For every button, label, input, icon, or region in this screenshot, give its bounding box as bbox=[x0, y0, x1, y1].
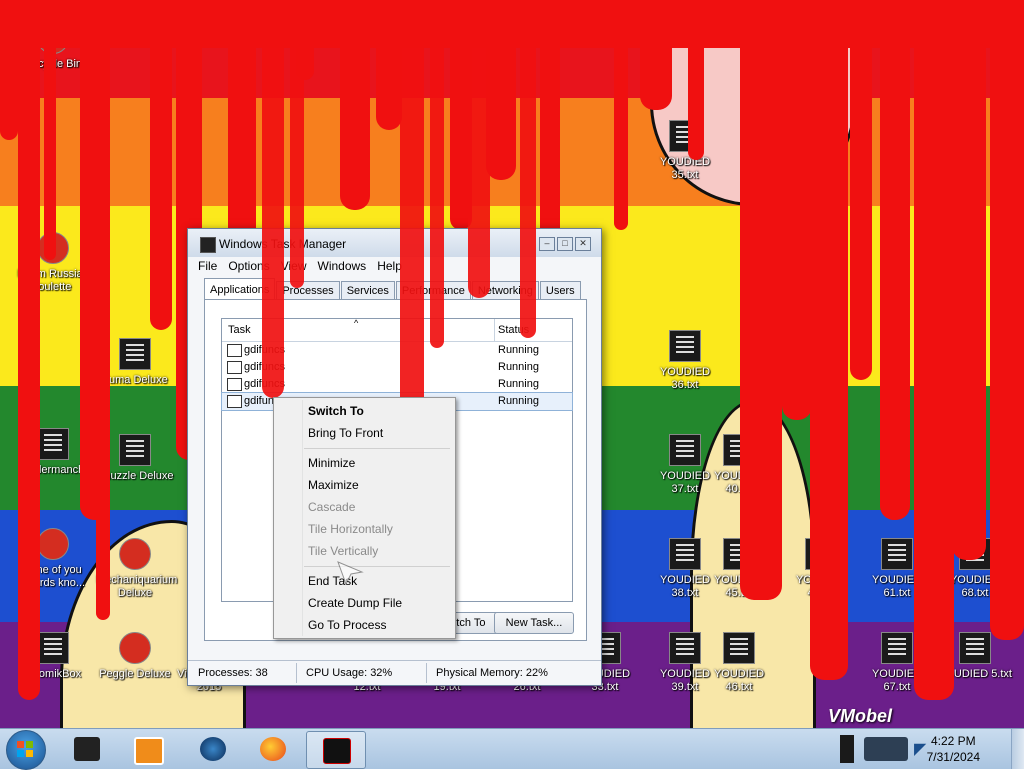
gdifuncs-icon bbox=[323, 738, 351, 764]
text-file-icon bbox=[959, 632, 991, 664]
menu-item-maximize[interactable]: Maximize bbox=[308, 478, 359, 492]
menu-file[interactable]: File bbox=[198, 257, 217, 275]
globe-icon bbox=[200, 737, 226, 761]
tab-users[interactable]: Users bbox=[539, 281, 581, 299]
blood-top-band bbox=[0, 0, 1024, 48]
blood-drip bbox=[952, 0, 986, 560]
text-file-icon bbox=[723, 632, 755, 664]
text-file-icon bbox=[669, 538, 701, 570]
desktop-icon-label: Peggle Deluxe bbox=[99, 668, 171, 680]
app-window-icon bbox=[227, 395, 242, 408]
menu-bar: File Options View Windows Help bbox=[188, 257, 601, 275]
clock-date: 7/31/2024 bbox=[926, 750, 980, 764]
text-file-icon bbox=[669, 330, 701, 362]
menu-item-minimize[interactable]: Minimize bbox=[308, 456, 355, 470]
close-button[interactable]: ✕ bbox=[575, 237, 591, 251]
status-bar: Processes: 38 CPU Usage: 32% Physical Me… bbox=[188, 660, 601, 685]
clock-time: 4:22 PM bbox=[930, 734, 976, 748]
task-status: Running bbox=[498, 395, 539, 407]
taskbar-task-manager[interactable] bbox=[58, 731, 116, 767]
menu-item-cascade: Cascade bbox=[308, 500, 356, 514]
blood-drip bbox=[262, 0, 284, 398]
desktop-icon[interactable]: Peggle Deluxe bbox=[96, 632, 174, 681]
taskbar-gdifuncs[interactable] bbox=[306, 731, 366, 769]
app-icon bbox=[119, 632, 151, 664]
blood-drip bbox=[150, 0, 172, 330]
blood-drip bbox=[96, 0, 110, 620]
task-status: Running bbox=[498, 378, 539, 390]
blood-drip bbox=[740, 0, 782, 600]
blood-drip bbox=[430, 0, 444, 348]
tab-services[interactable]: Services bbox=[340, 281, 395, 299]
app-window-icon bbox=[227, 344, 242, 357]
desktop-icon-label: YOUDIED 36.txt bbox=[659, 366, 711, 391]
desktop-icon[interactable]: YOUDIED 35.txt bbox=[646, 120, 724, 182]
menu-help[interactable]: Help bbox=[377, 257, 402, 275]
menu-windows[interactable]: Windows bbox=[318, 257, 367, 275]
taskbar-firefox[interactable] bbox=[244, 731, 302, 767]
tab-processes[interactable]: Processes bbox=[276, 281, 340, 299]
blood-drip bbox=[18, 0, 40, 700]
text-file-icon bbox=[37, 632, 69, 664]
taskbar-media-player[interactable] bbox=[118, 731, 176, 767]
blood-drip bbox=[880, 0, 910, 520]
task-status: Running bbox=[498, 361, 539, 373]
text-file-icon bbox=[37, 428, 69, 460]
text-file-icon bbox=[881, 632, 913, 664]
tray-app-icon[interactable] bbox=[864, 737, 908, 761]
blood-drip bbox=[990, 0, 1024, 640]
blood-drip bbox=[290, 0, 304, 288]
minimize-button[interactable]: – bbox=[539, 237, 555, 251]
menu-item-tile-horizontally: Tile Horizontally bbox=[308, 522, 393, 536]
text-file-icon bbox=[119, 338, 151, 370]
text-file-icon bbox=[669, 632, 701, 664]
blood-drip bbox=[850, 0, 872, 380]
task-manager-icon bbox=[200, 237, 216, 253]
tray-expand-icon[interactable] bbox=[840, 735, 854, 763]
media-player-icon bbox=[134, 737, 164, 765]
sort-arrow-icon: ^ bbox=[354, 318, 359, 328]
maximize-button[interactable]: □ bbox=[557, 237, 573, 251]
desktop-icon-label: YOUDIED 35.txt bbox=[659, 156, 711, 181]
menu-item-create-dump-file[interactable]: Create Dump File bbox=[308, 596, 402, 610]
start-button[interactable] bbox=[6, 730, 46, 770]
new-task-button[interactable]: New Task... bbox=[494, 612, 574, 634]
menu-item-tile-vertically: Tile Vertically bbox=[308, 544, 379, 558]
title-bar[interactable]: Windows Task Manager – □ ✕ bbox=[188, 229, 601, 257]
context-menu[interactable]: Switch To Bring To Front Minimize Maximi… bbox=[273, 397, 456, 639]
text-file-icon bbox=[881, 538, 913, 570]
text-file-icon bbox=[119, 434, 151, 466]
windows-logo-icon bbox=[17, 741, 33, 757]
taskbar: ◤ 4:22 PM 7/31/2024 bbox=[0, 728, 1024, 770]
menu-item-go-to-process[interactable]: Go To Process bbox=[308, 618, 386, 632]
watermark: VMobel bbox=[828, 706, 893, 726]
desktop-icon[interactable]: YOUDIED 46.txt bbox=[700, 632, 778, 694]
menu-item-bring-to-front[interactable]: Bring To Front bbox=[308, 426, 383, 440]
show-desktop-button[interactable] bbox=[1011, 729, 1024, 769]
column-task[interactable]: Task bbox=[228, 324, 251, 336]
menu-item-switch-to[interactable]: Switch To bbox=[308, 404, 364, 418]
app-window-icon bbox=[227, 378, 242, 391]
processes-count: Processes: 38 bbox=[198, 667, 268, 679]
clock[interactable]: 4:22 PM 7/31/2024 bbox=[927, 733, 980, 765]
blood-drip bbox=[782, 0, 812, 420]
desktop-icon[interactable]: YOUDIED 36.txt bbox=[646, 330, 724, 392]
app-icon bbox=[37, 528, 69, 560]
blood-drip bbox=[520, 0, 536, 338]
task-manager-icon bbox=[74, 737, 100, 761]
cpu-usage: CPU Usage: 32% bbox=[306, 667, 393, 679]
task-status: Running bbox=[498, 344, 539, 356]
text-file-icon bbox=[669, 434, 701, 466]
physical-memory: Physical Memory: 22% bbox=[436, 667, 548, 679]
blood-drip bbox=[914, 0, 954, 700]
firefox-icon bbox=[260, 737, 286, 761]
blood-drip bbox=[810, 0, 848, 680]
taskbar-globe[interactable] bbox=[184, 731, 242, 767]
mouse-cursor-icon bbox=[337, 561, 364, 586]
app-window-icon bbox=[227, 361, 242, 374]
app-icon bbox=[119, 538, 151, 570]
blood-drip bbox=[468, 0, 490, 298]
desktop-icon-label: YOUDIED 46.txt bbox=[713, 668, 765, 693]
